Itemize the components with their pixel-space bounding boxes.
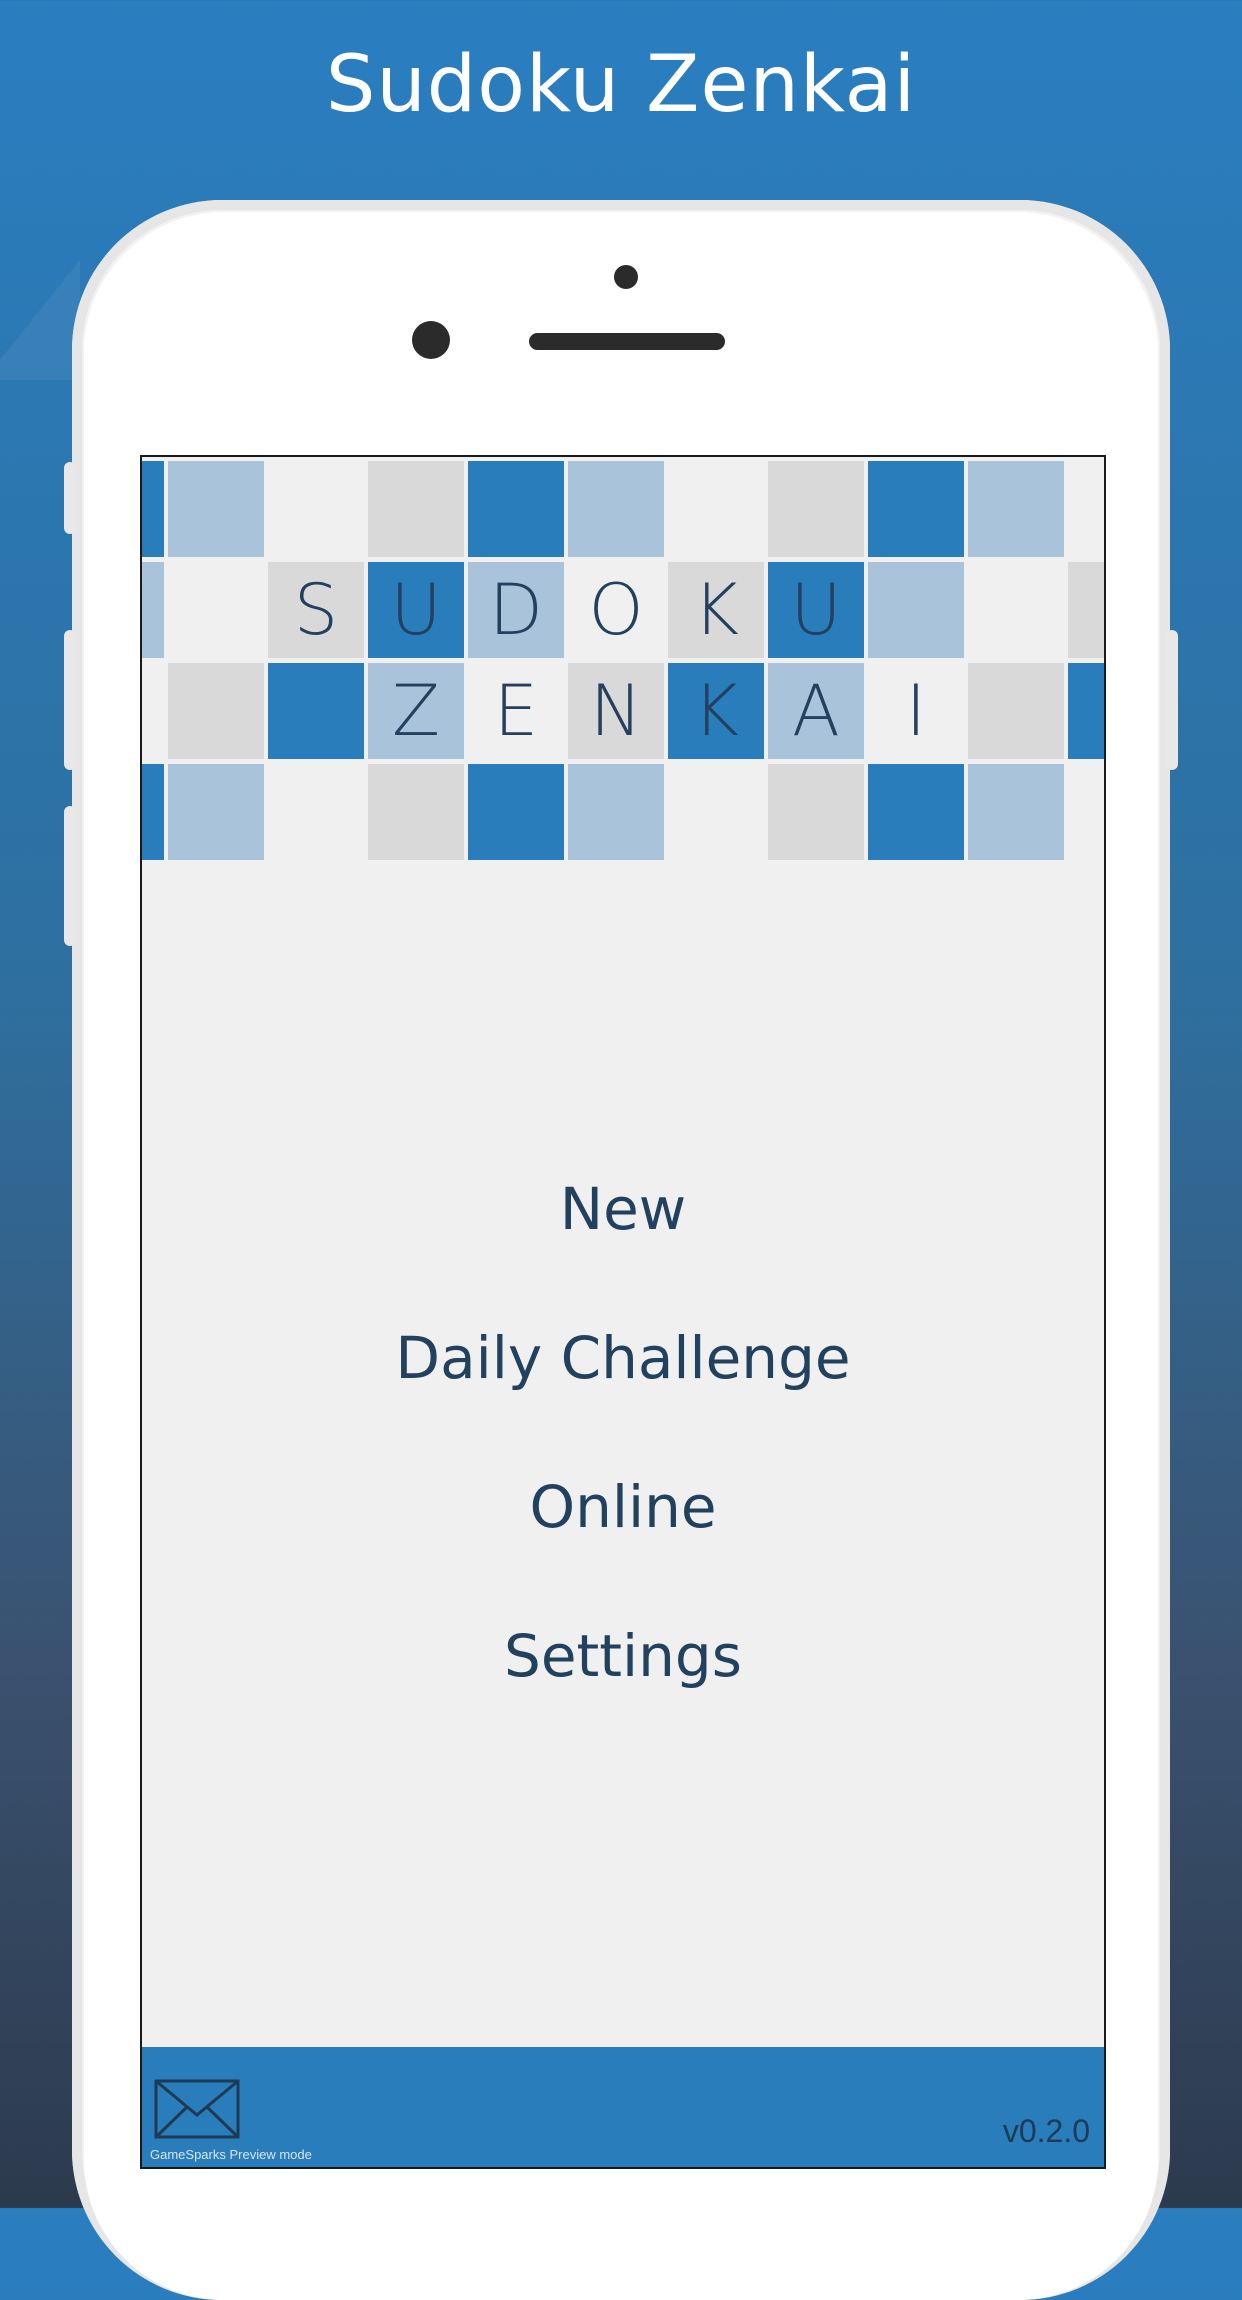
logo-tile (142, 562, 164, 658)
logo-letter-tile: S (268, 562, 364, 658)
phone-side-button-volume-down (64, 806, 76, 946)
menu-item-new[interactable]: New (142, 1175, 1104, 1243)
logo-letter-tile: U (768, 562, 864, 658)
logo-tile (568, 461, 664, 557)
version-label: v0.2.0 (1002, 2113, 1090, 2149)
preview-mode-label: GameSparks Preview mode (150, 2147, 312, 2162)
phone-side-button-power (1166, 630, 1178, 770)
logo-tile (1068, 562, 1104, 658)
logo-tile (768, 461, 864, 557)
menu-item-daily-challenge[interactable]: Daily Challenge (142, 1324, 1104, 1392)
logo-tile (142, 663, 164, 759)
logo-tile (1068, 461, 1104, 557)
logo-tile (142, 461, 164, 557)
page-title: Sudoku Zenkai (325, 40, 917, 130)
logo-tile (968, 562, 1064, 658)
logo-letter-tile: E (468, 663, 564, 759)
logo-tile (568, 764, 664, 860)
app-screen: S U D O K U Z E N K A I New Daily Challe… (140, 455, 1106, 2169)
logo-tile (968, 663, 1064, 759)
logo-tile (168, 663, 264, 759)
logo-tile (468, 461, 564, 557)
logo-tile (868, 461, 964, 557)
logo-tile (968, 461, 1064, 557)
logo-letter-tile: I (868, 663, 964, 759)
front-camera (412, 321, 450, 359)
menu-item-settings[interactable]: Settings (142, 1622, 1104, 1690)
logo-letter-tile: K (668, 663, 764, 759)
logo-tile (668, 764, 764, 860)
logo-tile (368, 764, 464, 860)
logo-letter-tile: K (668, 562, 764, 658)
logo-letter-tile: A (768, 663, 864, 759)
logo-tile (368, 461, 464, 557)
logo-tile (168, 562, 264, 658)
bottom-bar: GameSparks Preview mode v0.2.0 (142, 2047, 1104, 2167)
logo-tile (1068, 663, 1104, 759)
logo-letter-tile: O (568, 562, 664, 658)
proximity-sensor (614, 265, 638, 289)
logo-tile (168, 461, 264, 557)
logo-tile (268, 461, 364, 557)
phone-side-button-mute (64, 462, 76, 534)
logo-tile (868, 764, 964, 860)
logo-tile (268, 764, 364, 860)
logo-tile (268, 663, 364, 759)
logo-letter-tile: U (368, 562, 464, 658)
menu-item-online[interactable]: Online (142, 1473, 1104, 1541)
logo-tile (1068, 764, 1104, 860)
earpiece-speaker (529, 333, 725, 350)
logo-letter-tile: D (468, 562, 564, 658)
logo-tile (668, 461, 764, 557)
logo-tile (768, 764, 864, 860)
phone-side-button-volume-up (64, 630, 76, 770)
logo-tile (142, 764, 164, 860)
logo-tile (468, 764, 564, 860)
envelope-icon[interactable] (154, 2079, 240, 2139)
logo-tile (968, 764, 1064, 860)
logo-letter-tile: Z (368, 663, 464, 759)
logo-tile (868, 562, 964, 658)
logo-letter-tile: N (568, 663, 664, 759)
logo-tile (168, 764, 264, 860)
